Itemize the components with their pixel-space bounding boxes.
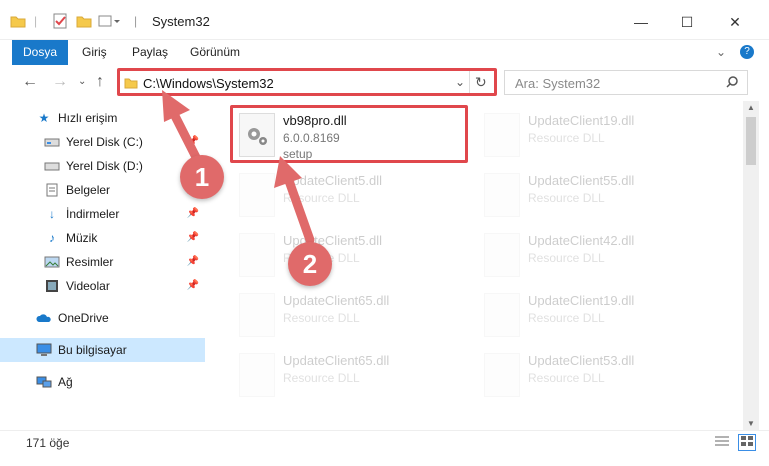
separator: |: [34, 14, 38, 28]
dll-file-icon: [239, 353, 275, 397]
file-name: UpdateClient55.dll: [528, 173, 635, 188]
file-description: Resource DLL: [528, 131, 605, 145]
sidebar-item-onedrive[interactable]: OneDrive: [0, 306, 205, 330]
step-badge-1: 1: [180, 155, 224, 199]
sidebar-item-label: Müzik: [66, 231, 98, 245]
file-name: UpdateClient42.dll: [528, 233, 635, 248]
file-description: Resource DLL: [283, 311, 360, 325]
sidebar-item-label: Yerel Disk (C:): [66, 135, 143, 149]
scrollbar-thumb[interactable]: [746, 117, 756, 165]
new-folder-icon[interactable]: [76, 12, 92, 30]
tab-share[interactable]: Paylaş: [122, 40, 178, 65]
status-bar: 171 öğe: [0, 430, 769, 466]
customize-icon[interactable]: [98, 12, 120, 30]
file-name: UpdateClient65.dll: [283, 353, 390, 368]
file-item[interactable]: UpdateClient19.dll Resource DLL: [478, 109, 708, 161]
sidebar-item-label: Hızlı erişim: [58, 111, 118, 125]
computer-icon: [36, 342, 52, 358]
dll-file-icon: [484, 353, 520, 397]
video-icon: [44, 278, 60, 294]
folder-icon: [10, 12, 26, 30]
sidebar-item-label: OneDrive: [58, 311, 109, 325]
sidebar-item-label: Resimler: [66, 255, 114, 269]
drive-icon: [44, 158, 60, 174]
properties-icon[interactable]: [52, 12, 68, 30]
file-description: Resource DLL: [528, 191, 605, 205]
network-icon: [36, 374, 52, 390]
vertical-scrollbar[interactable]: ▲ ▼: [743, 101, 759, 430]
dll-file-icon: [484, 233, 520, 277]
file-name: UpdateClient65.dll: [283, 293, 390, 308]
tab-file[interactable]: Dosya: [12, 40, 68, 65]
dll-file-icon: [484, 113, 520, 157]
file-item[interactable]: UpdateClient19.dll Resource DLL: [478, 289, 708, 341]
window-title: System32: [152, 14, 210, 29]
search-input[interactable]: Ara: System32: [504, 70, 748, 95]
sidebar-item-music[interactable]: ♪ Müzik 📌: [0, 226, 205, 250]
file-description: Resource DLL: [283, 371, 360, 385]
sidebar-item-label: Belgeler: [66, 183, 111, 197]
arrow-icon: [274, 156, 315, 245]
tab-view[interactable]: Görünüm: [180, 40, 250, 65]
item-count: 171 öğe: [26, 436, 70, 450]
scroll-up-icon[interactable]: ▲: [747, 103, 755, 112]
file-item[interactable]: UpdateClient42.dll Resource DLL: [478, 229, 708, 281]
pin-icon[interactable]: 📌: [187, 232, 199, 243]
sidebar-item-label: Videolar: [66, 279, 110, 293]
scroll-down-icon[interactable]: ▼: [747, 419, 755, 428]
back-icon[interactable]: ←: [22, 73, 38, 91]
sidebar-item-pictures[interactable]: Resimler 📌: [0, 250, 205, 274]
file-item[interactable]: UpdateClient65.dll Resource DLL: [233, 349, 463, 401]
sidebar-item-network[interactable]: Ağ: [0, 370, 205, 394]
title-bar: | | System32 — ☐ ✕: [0, 0, 769, 40]
file-description: Resource DLL: [528, 371, 605, 385]
dll-file-icon: [484, 293, 520, 337]
maximize-button[interactable]: ☐: [664, 8, 710, 36]
sidebar-item-label: Ağ: [58, 375, 73, 389]
file-item[interactable]: UpdateClient65.dll Resource DLL: [233, 289, 463, 341]
drive-icon: [44, 134, 60, 150]
file-name: UpdateClient19.dll: [528, 113, 635, 128]
recent-dropdown-icon[interactable]: ⌄: [78, 76, 86, 87]
dll-file-icon: [239, 293, 275, 337]
sidebar-item-label: İndirmeler: [66, 207, 120, 221]
file-name: UpdateClient19.dll: [528, 293, 635, 308]
pin-icon[interactable]: 📌: [187, 256, 199, 267]
forward-icon[interactable]: →: [52, 73, 68, 91]
tiles-view-icon[interactable]: [738, 434, 756, 451]
sidebar-item-videos[interactable]: Videolar 📌: [0, 274, 205, 298]
up-icon[interactable]: ↑: [96, 73, 104, 91]
file-item[interactable]: UpdateClient55.dll Resource DLL: [478, 169, 708, 221]
pin-icon[interactable]: 📌: [187, 280, 199, 291]
ribbon-tabs: Dosya Giriş Paylaş Görünüm ⌄ ?: [0, 40, 769, 65]
file-item[interactable]: UpdateClient53.dll Resource DLL: [478, 349, 708, 401]
search-placeholder: Ara: System32: [515, 76, 601, 91]
file-description: Resource DLL: [528, 251, 605, 265]
music-icon: ♪: [49, 231, 55, 245]
help-icon[interactable]: ?: [740, 45, 754, 59]
close-button[interactable]: ✕: [712, 8, 758, 36]
details-view-icon[interactable]: [714, 435, 730, 450]
dll-file-icon: [484, 173, 520, 217]
search-icon[interactable]: [725, 75, 739, 92]
file-name: UpdateClient53.dll: [528, 353, 635, 368]
document-icon: [44, 182, 60, 198]
download-icon: ↓: [49, 207, 55, 221]
file-description: Resource DLL: [528, 311, 605, 325]
star-icon: ★: [38, 111, 50, 125]
picture-icon: [44, 254, 60, 270]
step-badge-2: 2: [288, 242, 332, 286]
pin-icon[interactable]: 📌: [187, 208, 199, 219]
tab-home[interactable]: Giriş: [72, 40, 117, 65]
cloud-icon: [36, 310, 52, 326]
separator: |: [134, 14, 138, 28]
sidebar-item-label: Yerel Disk (D:): [66, 159, 143, 173]
sidebar-item-label: Bu bilgisayar: [58, 343, 127, 357]
sidebar-item-downloads[interactable]: ↓ İndirmeler 📌: [0, 202, 205, 226]
minimize-button[interactable]: —: [618, 8, 664, 36]
chevron-down-icon[interactable]: ⌄: [716, 45, 726, 59]
sidebar-item-this-pc[interactable]: Bu bilgisayar: [0, 338, 205, 362]
